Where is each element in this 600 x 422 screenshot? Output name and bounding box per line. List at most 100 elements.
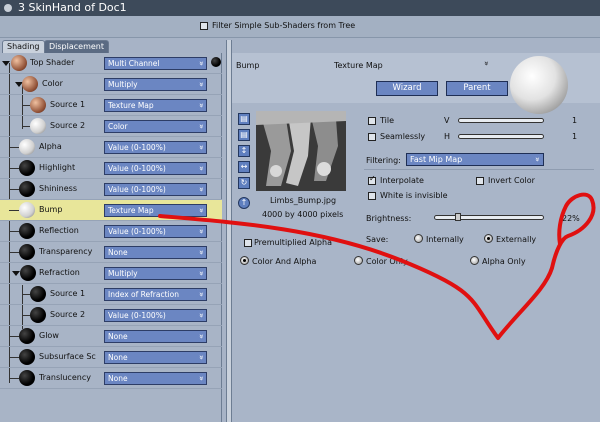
tree-row-label: Bump [39, 205, 63, 214]
tree-row-subsurface[interactable]: Subsurface Sc None [0, 347, 222, 368]
flip-vertical-icon[interactable]: ↕ [238, 145, 250, 157]
channel-name: Bump [236, 61, 260, 70]
tree-line [22, 294, 30, 295]
shader-type-dropdown[interactable]: None [104, 330, 207, 343]
color-only-label: Color Only [366, 257, 408, 266]
wizard-button[interactable]: Wizard [376, 81, 438, 96]
shader-type-dropdown[interactable]: Value (0-100%) [104, 183, 207, 196]
tile-checkbox[interactable] [368, 117, 376, 125]
window-titlebar: 3 SkinHand of Doc1 [0, 0, 600, 16]
invert-color-checkbox[interactable] [476, 177, 484, 185]
shader-type-dropdown[interactable]: None [104, 372, 207, 385]
brightness-slider-knob[interactable] [455, 213, 462, 221]
shader-type-dropdown[interactable]: Multi Channel [104, 57, 207, 70]
color-only-radio[interactable] [354, 256, 363, 265]
shader-sphere-icon [11, 55, 27, 71]
tree-line [22, 105, 30, 106]
save-internally-radio[interactable] [414, 234, 423, 243]
save-externally-radio[interactable] [484, 234, 493, 243]
shader-sphere-icon [19, 160, 35, 176]
v-slider[interactable] [458, 118, 544, 123]
shader-type-dropdown[interactable]: Value (0-100%) [104, 225, 207, 238]
tree-row-label: Shininess [39, 184, 77, 193]
shader-sphere-icon [19, 223, 35, 239]
tree-row-color-source-1[interactable]: Source 1 Texture Map [0, 95, 222, 116]
tree-row-alpha[interactable]: Alpha Value (0-100%) [0, 137, 222, 158]
texture-thumbnail[interactable] [256, 111, 346, 191]
texture-filename: Limbs_Bump.jpg [270, 196, 337, 205]
tree-row-highlight[interactable]: Highlight Value (0-100%) [0, 158, 222, 179]
shader-type-dropdown[interactable]: None [104, 351, 207, 364]
collapse-arrow-icon[interactable] [12, 271, 20, 276]
white-invisible-label: White is invisible [380, 191, 448, 200]
window-menu-icon[interactable] [4, 4, 12, 12]
shader-type-dropdown[interactable]: Texture Map [104, 99, 207, 112]
shader-type-dropdown[interactable]: Value (0-100%) [104, 309, 207, 322]
tab-displacement[interactable]: Displacement [44, 40, 109, 53]
tree-row-transparency[interactable]: Transparency None [0, 242, 222, 263]
trash-icon[interactable] [211, 57, 221, 67]
shader-type-dropdown[interactable]: Multiply [104, 78, 207, 91]
tree-row-top-shader[interactable]: Top Shader Multi Channel [0, 53, 222, 74]
shader-type-dropdown[interactable]: Index of Refraction [104, 288, 207, 301]
tree-row-color[interactable]: Color Multiply [0, 74, 222, 95]
tree-row-label: Subsurface Sc [39, 352, 96, 361]
window-title: 3 SkinHand of Doc1 [18, 1, 127, 14]
tree-row-refraction[interactable]: Refraction Multiply [0, 263, 222, 284]
seamlessly-checkbox[interactable] [368, 133, 376, 141]
filtering-select[interactable]: Fast Mip Map [406, 153, 544, 166]
tree-line [9, 378, 19, 379]
tree-line [22, 315, 30, 316]
shader-sphere-icon [30, 118, 46, 134]
shader-sphere-icon [19, 328, 35, 344]
shader-type-dropdown[interactable]: None [104, 246, 207, 259]
brightness-slider[interactable] [434, 215, 544, 220]
tree-line [9, 210, 19, 211]
browse-folder-icon[interactable]: ▤ [238, 129, 250, 141]
alpha-only-radio[interactable] [470, 256, 479, 265]
tree-row-reflection[interactable]: Reflection Value (0-100%) [0, 221, 222, 242]
shader-type-dropdown[interactable]: Multiply [104, 267, 207, 280]
tree-row-refraction-source-2[interactable]: Source 2 Value (0-100%) [0, 305, 222, 326]
shader-type-dropdown[interactable]: Texture Map [104, 204, 207, 217]
tab-shading[interactable]: Shading [2, 40, 45, 53]
seamlessly-label: Seamlessly [380, 132, 426, 141]
color-and-alpha-radio[interactable] [240, 256, 249, 265]
tree-row-label: Source 2 [50, 310, 86, 319]
up-arrow-icon[interactable]: ↑ [238, 197, 250, 209]
tree-line [22, 126, 30, 127]
shader-sphere-icon [19, 370, 35, 386]
filter-simple-checkbox[interactable] [200, 22, 208, 30]
tree-row-label: Source 2 [50, 121, 86, 130]
texture-dimensions: 4000 by 4000 pixels [262, 210, 344, 219]
shader-sphere-icon [19, 202, 35, 218]
tree-line [9, 147, 19, 148]
interpolate-checkbox[interactable] [368, 177, 376, 185]
shader-sphere-icon [22, 76, 38, 92]
premultiplied-alpha-checkbox[interactable] [244, 239, 252, 247]
rotate-icon[interactable]: ↻ [238, 177, 250, 189]
shader-type-dropdown[interactable]: Value (0-100%) [104, 141, 207, 154]
invert-color-label: Invert Color [488, 176, 535, 185]
tree-row-color-source-2[interactable]: Source 2 Color [0, 116, 222, 137]
h-slider[interactable] [458, 134, 544, 139]
collapse-arrow-icon[interactable] [2, 61, 10, 66]
shader-type-dropdown[interactable]: Color [104, 120, 207, 133]
flip-horizontal-icon[interactable]: ↔ [238, 161, 250, 173]
tree-line [9, 357, 19, 358]
open-folder-icon[interactable]: ▤ [238, 113, 250, 125]
shader-sphere-icon [30, 307, 46, 323]
tree-row-shininess[interactable]: Shininess Value (0-100%) [0, 179, 222, 200]
shader-sphere-icon [30, 97, 46, 113]
collapse-chevron-icon[interactable]: » [482, 61, 491, 66]
parent-button[interactable]: Parent [446, 81, 508, 96]
white-invisible-checkbox[interactable] [368, 192, 376, 200]
divider [364, 169, 594, 170]
h-label: H [444, 132, 451, 141]
tree-row-bump[interactable]: Bump Texture Map [0, 200, 222, 221]
tree-row-glow[interactable]: Glow None [0, 326, 222, 347]
shader-type-dropdown[interactable]: Value (0-100%) [104, 162, 207, 175]
tree-line [9, 336, 19, 337]
tree-row-refraction-source-1[interactable]: Source 1 Index of Refraction [0, 284, 222, 305]
tree-row-translucency[interactable]: Translucency None [0, 368, 222, 389]
